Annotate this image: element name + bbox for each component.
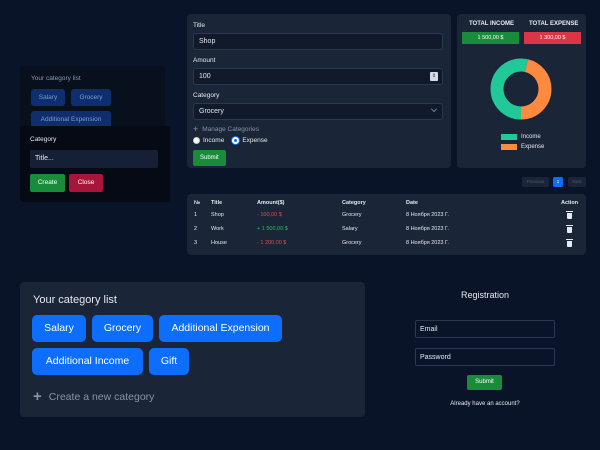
trash-icon[interactable] — [566, 225, 573, 233]
donut-chart — [490, 58, 552, 120]
legend-income-label: Income — [521, 134, 541, 140]
row-1-number: 1 — [194, 212, 198, 218]
row-3-title: House — [211, 240, 227, 246]
password-field[interactable]: Password — [415, 348, 555, 366]
row-1-date: 8 Ноября 2023 Г. — [406, 212, 449, 218]
title-input[interactable]: Shop — [193, 33, 443, 50]
total-expense-value: 1 300,00 $ — [524, 32, 581, 44]
trash-icon[interactable] — [566, 211, 573, 219]
transaction-form: Title Shop Amount 100 ⇕ Category Grocery… — [187, 14, 451, 168]
plus-icon: + — [33, 388, 42, 405]
registration-title: Registration — [460, 290, 510, 300]
legend-expense: Expense — [501, 144, 544, 150]
submit-button[interactable]: Submit — [193, 150, 226, 166]
radio-income-dot[interactable] — [193, 137, 200, 144]
row-1-category: Grocery — [342, 212, 362, 218]
radio-expense-label: Expense — [242, 137, 268, 144]
category-chip-grocery[interactable]: Grocery — [71, 89, 111, 106]
row-3-amount: - 1 200,00 $ — [257, 240, 287, 246]
category-modal: Category Title... Create Close — [20, 126, 170, 202]
legend-expense-label: Expense — [521, 144, 545, 150]
email-field[interactable]: Email — [415, 320, 555, 338]
row-1-title: Shop — [211, 212, 224, 218]
total-income-header: TOTAL INCOME — [469, 21, 514, 27]
category-chip-salary[interactable]: Salary — [31, 89, 65, 106]
amount-value: 100 — [199, 73, 211, 80]
row-2-number: 2 — [194, 226, 198, 232]
row-2-amount: + 1 500,00 $ — [257, 226, 288, 232]
col-header-category: Category — [342, 200, 366, 206]
col-header-title: Title — [211, 200, 223, 206]
close-button[interactable]: Close — [69, 174, 103, 192]
category-list-large-title: Your category list — [33, 294, 117, 306]
legend-expense-swatch — [501, 144, 517, 150]
category-list-large: Your category list Salary Grocery Additi… — [20, 282, 365, 417]
category-selected-value: Grocery — [199, 108, 224, 115]
category-title-input[interactable]: Title... — [30, 150, 158, 168]
amount-input[interactable]: 100 ⇕ — [193, 68, 443, 85]
category-label: Category — [193, 92, 220, 99]
pagination-next[interactable]: Next — [568, 177, 586, 187]
row-1-amount: - 100,00 $ — [257, 212, 282, 218]
create-new-category-button[interactable]: + Create a new category — [33, 388, 155, 405]
row-2-category: Salary — [342, 226, 358, 232]
category-chip-additional-income[interactable]: Additional Income — [32, 348, 143, 375]
registration-submit-button[interactable]: Submit — [467, 375, 502, 390]
row-2-date: 8 Ноября 2023 Г. — [406, 226, 449, 232]
transactions-table: № Title Amount($) Category Date Action 1… — [187, 194, 586, 255]
title-label: Title — [193, 22, 206, 29]
login-link[interactable]: Already have an account? — [415, 401, 555, 407]
radio-income[interactable]: Income — [193, 137, 224, 144]
col-header-action: Action — [561, 200, 579, 206]
totals-card: TOTAL INCOME TOTAL EXPENSE 1 500,00 $ 1 … — [457, 14, 586, 168]
col-header-amount: Amount($) — [257, 200, 285, 206]
category-chip-grocery[interactable]: Grocery — [92, 315, 153, 342]
category-list-small: Your category list Salary Grocery Additi… — [20, 66, 165, 129]
radio-income-label: Income — [203, 137, 225, 144]
legend-income: Income — [501, 134, 541, 140]
col-header-number: № — [194, 200, 201, 206]
create-button[interactable]: Create — [30, 174, 65, 192]
trash-icon[interactable] — [566, 239, 573, 247]
category-list-small-title: Your category list — [31, 75, 81, 82]
category-select[interactable]: Grocery — [193, 103, 443, 120]
amount-label: Amount — [193, 57, 216, 64]
category-chip-additional-expension[interactable]: Additional Expension — [159, 315, 282, 342]
col-header-date: Date — [406, 200, 418, 206]
row-3-number: 3 — [194, 240, 198, 246]
chevron-down-icon — [431, 106, 437, 112]
radio-expense-dot[interactable] — [232, 137, 240, 144]
legend-income-swatch — [501, 134, 517, 140]
manage-categories-link[interactable]: + Manage Categories — [193, 124, 445, 134]
pagination-previous[interactable]: Previous — [522, 177, 549, 187]
type-radio-group: Income Expense — [193, 137, 445, 144]
category-chip-gift[interactable]: Gift — [149, 348, 189, 375]
category-chip-salary[interactable]: Salary — [32, 315, 86, 342]
plus-icon: + — [193, 124, 199, 134]
pagination-page-1[interactable]: 1 — [553, 177, 563, 187]
create-new-category-label: Create a new category — [48, 391, 155, 403]
manage-categories-label: Manage Categories — [202, 126, 259, 133]
stepper-icon[interactable]: ⇕ — [430, 72, 438, 81]
total-expense-header: TOTAL EXPENSE — [529, 21, 579, 27]
modal-title: Category — [30, 136, 57, 143]
radio-expense[interactable]: Expense — [232, 137, 268, 144]
total-income-value: 1 500,00 $ — [462, 32, 519, 44]
row-3-date: 8 Ноября 2023 Г. — [406, 240, 449, 246]
row-2-title: Work — [211, 226, 224, 232]
row-3-category: Grocery — [342, 240, 362, 246]
